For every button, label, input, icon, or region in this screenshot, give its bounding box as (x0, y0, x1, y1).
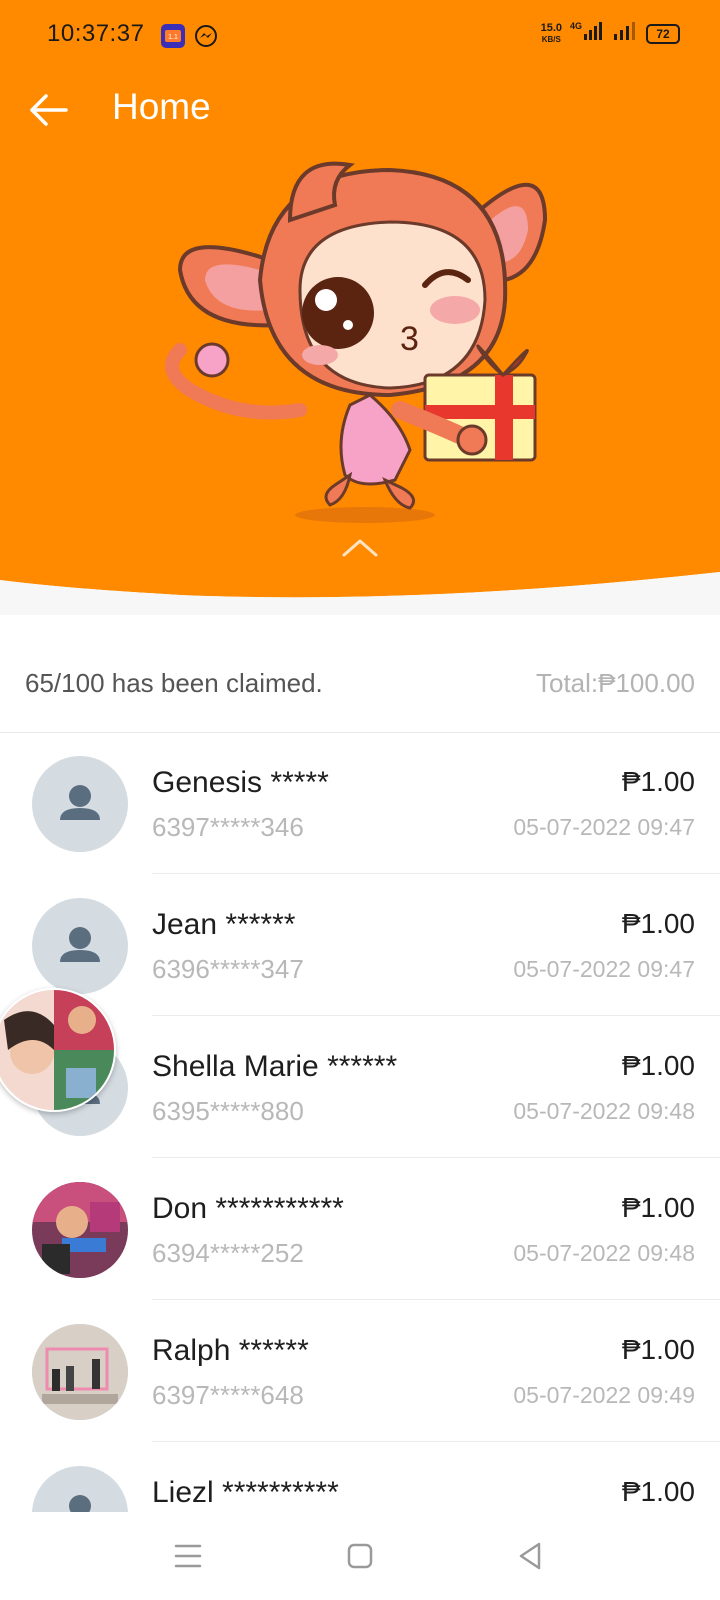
list-item[interactable]: Don *********** 6394*****252 ₱1.00 05-07… (0, 1158, 720, 1300)
net-speed: 15.0 KB/S (540, 21, 562, 45)
monkey-gift-illustration: 3 (165, 161, 548, 523)
svg-text:3: 3 (400, 320, 419, 358)
recipient-amount: ₱1.00 (621, 1050, 695, 1081)
signal-icon: 4G (570, 20, 604, 47)
svg-text:4G: 4G (570, 21, 582, 31)
recipient-phone: 6396*****347 (152, 954, 304, 984)
header: 10:37:37 1.1 15.0 KB/S 4G 72 Home 3 (0, 0, 720, 615)
status-time: 10:37:37 (47, 20, 145, 47)
recipient-name: Don *********** (152, 1192, 344, 1225)
recipient-date: 05-07-2022 09:48 (513, 1240, 695, 1266)
recipient-amount: ₱1.00 (621, 1476, 695, 1507)
chevron-up-icon[interactable] (340, 535, 380, 566)
status-bar: 10:37:37 1.1 15.0 KB/S 4G 72 (0, 0, 720, 70)
list-item[interactable]: Jean ****** 6396*****347 ₱1.00 05-07-202… (0, 874, 720, 1016)
recipient-name: Jean ****** (152, 908, 296, 941)
recipient-list[interactable]: Genesis ***** 6397*****346 ₱1.00 05-07-2… (0, 732, 720, 1512)
list-item[interactable]: Genesis ***** 6397*****346 ₱1.00 05-07-2… (0, 732, 720, 874)
svg-text:1.1: 1.1 (168, 34, 178, 41)
messenger-icon (194, 24, 218, 48)
photo-avatar (32, 1182, 128, 1278)
recipient-name: Genesis ***** (152, 766, 329, 799)
net-speed-value: 15.0 (540, 21, 562, 34)
recipient-date: 05-07-2022 09:47 (513, 956, 695, 982)
menu-icon[interactable] (170, 1538, 206, 1574)
lazada-app-icon: 1.1 (161, 24, 185, 48)
wifi-icon (612, 20, 638, 47)
battery-icon: 72 (646, 23, 680, 44)
claim-summary: 65/100 has been claimed. Total:₱100.00 (0, 630, 720, 733)
back-arrow-icon[interactable] (26, 88, 70, 132)
recipient-phone: 6397*****346 (152, 812, 304, 842)
recipient-date: 05-07-2022 09:47 (513, 814, 695, 840)
recipient-amount: ₱1.00 (621, 908, 695, 939)
page-title: Home (112, 86, 211, 127)
recipient-name: Liezl ********** (152, 1476, 339, 1509)
default-avatar-icon (32, 756, 128, 852)
recipient-date: 05-07-2022 09:49 (513, 1382, 695, 1408)
recipient-date: 05-07-2022 09:48 (513, 1098, 695, 1124)
recipient-amount: ₱1.00 (621, 1334, 695, 1365)
default-avatar-icon (32, 1466, 128, 1512)
back-triangle-icon[interactable] (512, 1538, 548, 1574)
photo-avatar (32, 1324, 128, 1420)
total-amount: Total:₱100.00 (535, 668, 695, 698)
default-avatar-icon (32, 898, 128, 994)
recipient-phone: 6394*****252 (152, 1238, 304, 1268)
system-nav-bar (0, 1512, 720, 1600)
recipient-amount: ₱1.00 (621, 766, 695, 797)
recipient-phone: 6397*****648 (152, 1380, 304, 1410)
recipient-amount: ₱1.00 (621, 1192, 695, 1223)
net-speed-unit: KB/S (541, 34, 561, 44)
status-right: 15.0 KB/S 4G 72 (541, 20, 680, 47)
list-item[interactable]: Liezl ********** ₱1.00 (0, 1442, 720, 1512)
recipient-phone: 6395*****880 (152, 1096, 304, 1126)
home-square-icon[interactable] (342, 1538, 378, 1574)
recipient-name: Ralph ****** (152, 1334, 309, 1367)
claimed-count: 65/100 has been claimed. (25, 668, 323, 698)
list-item[interactable]: Ralph ****** 6397*****648 ₱1.00 05-07-20… (0, 1300, 720, 1442)
recipient-name: Shella Marie ****** (152, 1050, 398, 1083)
